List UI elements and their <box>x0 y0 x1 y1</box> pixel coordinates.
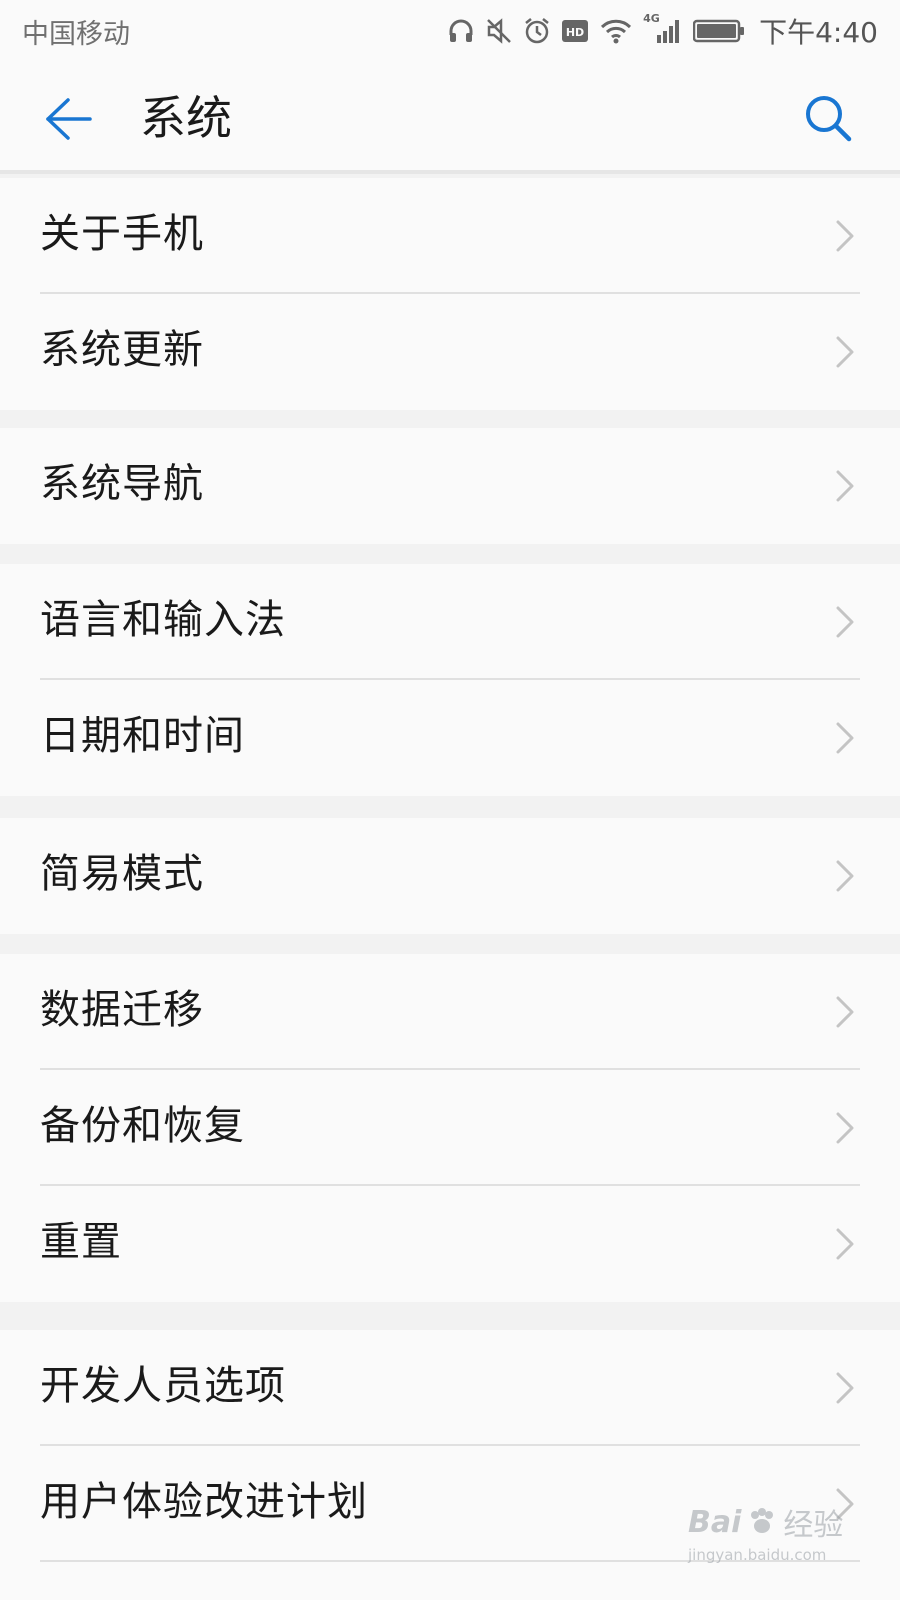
hd-badge-text: HD <box>566 26 584 39</box>
search-icon <box>806 96 852 142</box>
settings-item-reset[interactable]: 重置 <box>0 1186 900 1302</box>
settings-item-label: 用户体验改进计划 <box>40 1479 368 1525</box>
carrier-name: 中国移动 <box>22 18 130 50</box>
watermark-brand-text: Bai <box>688 1504 742 1540</box>
network-type: 4G <box>643 12 660 25</box>
chevron-right-icon <box>836 1112 854 1144</box>
signal-icon: 4G <box>643 12 683 46</box>
settings-item-system-navigation[interactable]: 系统导航 <box>0 428 900 544</box>
hd-icon: HD <box>561 16 589 46</box>
toolbar: 系统 <box>0 62 900 174</box>
headphones-icon <box>447 16 475 46</box>
settings-item-label: 语言和输入法 <box>40 597 286 643</box>
clock: 下午4:40 <box>759 16 878 49</box>
status-bar: 中国移动 HD 4G 下午4:40 <box>0 0 900 62</box>
watermark-brand: Bai 经验 <box>688 1500 843 1544</box>
settings-item-label: 数据迁移 <box>40 987 204 1033</box>
settings-item-label: 系统更新 <box>40 327 204 373</box>
chevron-right-icon <box>836 722 854 754</box>
settings-item-about-phone[interactable]: 关于手机 <box>0 178 900 294</box>
settings-item-label: 日期和时间 <box>40 713 245 759</box>
chevron-right-icon <box>836 220 854 252</box>
watermark-suffix: 经验 <box>783 1508 844 1543</box>
settings-group: 语言和输入法 日期和时间 <box>0 564 900 796</box>
settings-group: 系统导航 <box>0 428 900 544</box>
chevron-right-icon <box>836 336 854 368</box>
battery-icon <box>693 16 745 46</box>
search-button[interactable] <box>800 90 858 148</box>
chevron-right-icon <box>836 470 854 502</box>
chevron-right-icon <box>836 1228 854 1260</box>
settings-item-data-migration[interactable]: 数据迁移 <box>0 954 900 1070</box>
settings-item-label: 开发人员选项 <box>40 1363 286 1409</box>
settings-item-label: 重置 <box>40 1219 122 1265</box>
back-arrow-icon <box>46 98 92 140</box>
settings-item-label: 系统导航 <box>40 461 204 507</box>
settings-item-system-update[interactable]: 系统更新 <box>0 294 900 410</box>
settings-item-label: 备份和恢复 <box>40 1103 245 1149</box>
wifi-icon <box>599 16 633 46</box>
settings-item-simple-mode[interactable]: 简易模式 <box>0 818 900 934</box>
chevron-right-icon <box>836 606 854 638</box>
status-icons: HD 4G 下午4:40 <box>447 11 878 51</box>
settings-group: 简易模式 <box>0 818 900 934</box>
settings-item-developer-options[interactable]: 开发人员选项 <box>0 1330 900 1446</box>
page-title: 系统 <box>140 91 232 145</box>
settings-item-date-time[interactable]: 日期和时间 <box>0 680 900 796</box>
settings-item-label: 简易模式 <box>40 851 204 897</box>
chevron-right-icon <box>836 996 854 1028</box>
settings-item-language-input[interactable]: 语言和输入法 <box>0 564 900 680</box>
mute-icon <box>485 16 513 46</box>
settings-group: 关于手机 系统更新 <box>0 178 900 410</box>
baidu-watermark: Bai 经验 jingyan.baidu.com <box>688 1500 888 1580</box>
settings-item-label: 关于手机 <box>40 211 204 257</box>
alarm-icon <box>523 16 551 46</box>
chevron-right-icon <box>836 860 854 892</box>
settings-item-backup-restore[interactable]: 备份和恢复 <box>0 1070 900 1186</box>
paw-icon <box>751 1508 774 1533</box>
settings-group: 数据迁移 备份和恢复 重置 <box>0 954 900 1302</box>
watermark-url: jingyan.baidu.com <box>688 1546 827 1564</box>
back-button[interactable] <box>42 92 96 146</box>
chevron-right-icon <box>836 1372 854 1404</box>
